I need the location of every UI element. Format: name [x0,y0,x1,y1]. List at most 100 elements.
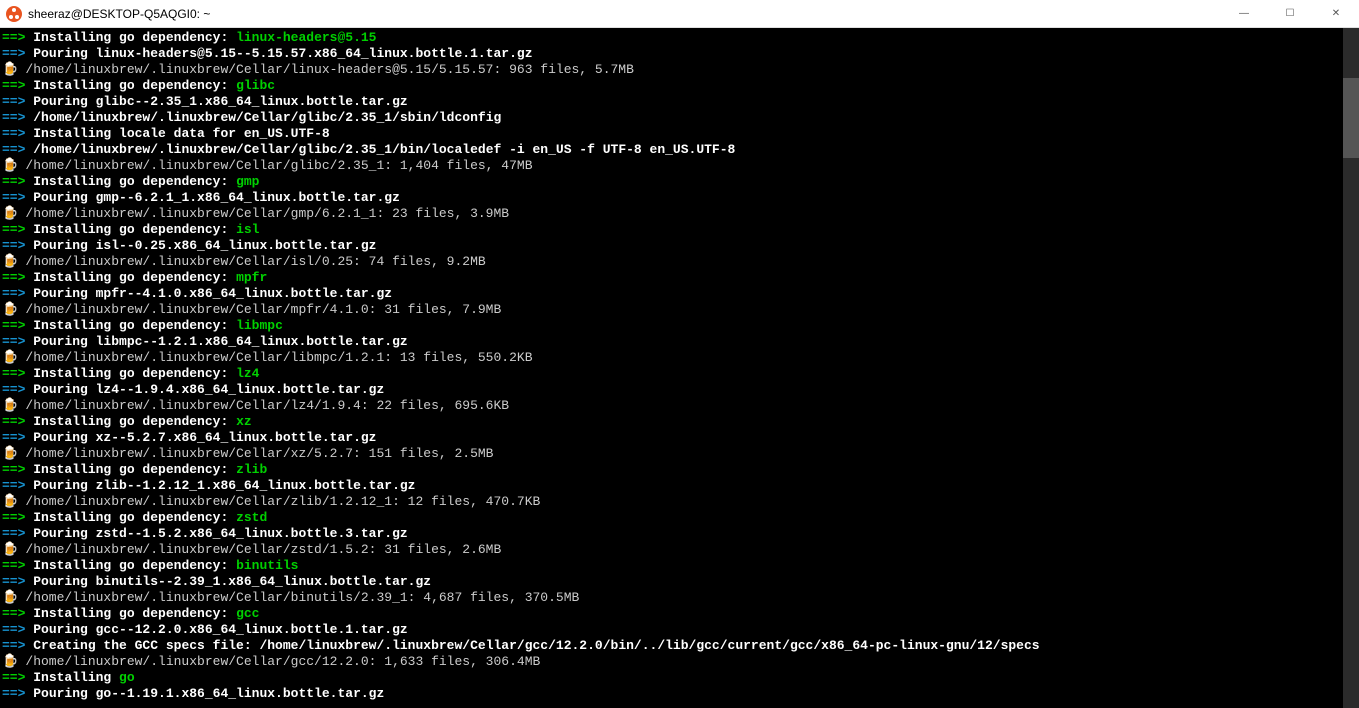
terminal-line: 🍺 /home/linuxbrew/.linuxbrew/Cellar/lz4/… [2,398,1359,414]
terminal-line: ==> /home/linuxbrew/.linuxbrew/Cellar/gl… [2,110,1359,126]
terminal-line: 🍺 /home/linuxbrew/.linuxbrew/Cellar/libm… [2,350,1359,366]
install-prefix: Installing go dependency: [33,270,236,285]
install-prefix: Installing go dependency: [33,606,236,621]
step-text: Pouring libmpc--1.2.1.x86_64_linux.bottl… [33,334,407,349]
terminal-line: 🍺 /home/linuxbrew/.linuxbrew/Cellar/binu… [2,590,1359,606]
terminal-line: ==> Installing go [2,670,1359,686]
beer-icon: 🍺 [2,62,10,78]
step-text: Pouring binutils--2.39_1.x86_64_linux.bo… [33,574,431,589]
terminal-line: ==> Pouring zstd--1.5.2.x86_64_linux.bot… [2,526,1359,542]
package-name: mpfr [236,270,267,285]
arrow-icon: ==> [2,510,25,525]
arrow-icon: ==> [2,94,25,109]
arrow-icon: ==> [2,414,25,429]
terminal-line: ==> Pouring isl--0.25.x86_64_linux.bottl… [2,238,1359,254]
terminal-line: ==> Installing go dependency: glibc [2,78,1359,94]
summary-text: /home/linuxbrew/.linuxbrew/Cellar/xz/5.2… [25,446,493,461]
arrow-icon: ==> [2,430,25,445]
step-text: Pouring lz4--1.9.4.x86_64_linux.bottle.t… [33,382,384,397]
summary-text: /home/linuxbrew/.linuxbrew/Cellar/glibc/… [25,158,532,173]
terminal-line: ==> Pouring gmp--6.2.1_1.x86_64_linux.bo… [2,190,1359,206]
summary-text: /home/linuxbrew/.linuxbrew/Cellar/libmpc… [25,350,532,365]
beer-icon: 🍺 [2,542,10,558]
arrow-icon: ==> [2,270,25,285]
arrow-icon: ==> [2,238,25,253]
arrow-icon: ==> [2,558,25,573]
terminal-line: ==> Pouring libmpc--1.2.1.x86_64_linux.b… [2,334,1359,350]
step-text: Pouring gmp--6.2.1_1.x86_64_linux.bottle… [33,190,400,205]
terminal-line: 🍺 /home/linuxbrew/.linuxbrew/Cellar/isl/… [2,254,1359,270]
beer-icon: 🍺 [2,158,10,174]
terminal-line: ==> Installing go dependency: lz4 [2,366,1359,382]
terminal-line: ==> Installing go dependency: isl [2,222,1359,238]
summary-text: /home/linuxbrew/.linuxbrew/Cellar/zlib/1… [25,494,540,509]
terminal-line: ==> Pouring xz--5.2.7.x86_64_linux.bottl… [2,430,1359,446]
terminal-viewport[interactable]: ==> Installing go dependency: linux-head… [0,28,1359,708]
summary-text: /home/linuxbrew/.linuxbrew/Cellar/lz4/1.… [25,398,509,413]
beer-icon: 🍺 [2,350,10,366]
arrow-icon: ==> [2,174,25,189]
install-prefix: Installing go dependency: [33,174,236,189]
terminal-line: ==> /home/linuxbrew/.linuxbrew/Cellar/gl… [2,142,1359,158]
arrow-icon: ==> [2,30,25,45]
scrollbar-track[interactable] [1343,28,1359,708]
terminal-line: ==> Installing go dependency: zstd [2,510,1359,526]
install-prefix: Installing go dependency: [33,414,236,429]
step-text: Pouring xz--5.2.7.x86_64_linux.bottle.ta… [33,430,376,445]
arrow-icon: ==> [2,574,25,589]
package-name: xz [236,414,252,429]
summary-text: /home/linuxbrew/.linuxbrew/Cellar/gcc/12… [25,654,540,669]
beer-icon: 🍺 [2,590,10,606]
window-titlebar: sheeraz@DESKTOP-Q5AQGI0: ~ ― ☐ ✕ [0,0,1359,28]
arrow-icon: ==> [2,78,25,93]
arrow-icon: ==> [2,366,25,381]
arrow-icon: ==> [2,526,25,541]
step-text: Pouring zlib--1.2.12_1.x86_64_linux.bott… [33,478,415,493]
step-text: Pouring linux-headers@5.15--5.15.57.x86_… [33,46,532,61]
arrow-icon: ==> [2,670,25,685]
package-name: gcc [236,606,259,621]
arrow-icon: ==> [2,190,25,205]
summary-text: /home/linuxbrew/.linuxbrew/Cellar/isl/0.… [25,254,485,269]
summary-text: /home/linuxbrew/.linuxbrew/Cellar/mpfr/4… [25,302,501,317]
terminal-line: 🍺 /home/linuxbrew/.linuxbrew/Cellar/gmp/… [2,206,1359,222]
install-prefix: Installing go dependency: [33,366,236,381]
package-name: zstd [236,510,267,525]
beer-icon: 🍺 [2,254,10,270]
summary-text: /home/linuxbrew/.linuxbrew/Cellar/linux-… [25,62,634,77]
terminal-line: ==> Installing go dependency: zlib [2,462,1359,478]
maximize-button[interactable]: ☐ [1267,0,1313,27]
window-controls: ― ☐ ✕ [1221,0,1359,27]
install-prefix: Installing go dependency: [33,222,236,237]
arrow-icon: ==> [2,622,25,637]
arrow-icon: ==> [2,462,25,477]
terminal-line: 🍺 /home/linuxbrew/.linuxbrew/Cellar/zstd… [2,542,1359,558]
arrow-icon: ==> [2,142,25,157]
install-prefix: Installing go dependency: [33,318,236,333]
terminal-line: ==> Installing go dependency: mpfr [2,270,1359,286]
package-name: lz4 [236,366,259,381]
terminal-line: 🍺 /home/linuxbrew/.linuxbrew/Cellar/linu… [2,62,1359,78]
arrow-icon: ==> [2,382,25,397]
summary-text: /home/linuxbrew/.linuxbrew/Cellar/binuti… [25,590,579,605]
step-text: Pouring glibc--2.35_1.x86_64_linux.bottl… [33,94,407,109]
ubuntu-icon [6,6,22,22]
package-name: glibc [236,78,275,93]
terminal-line: ==> Creating the GCC specs file: /home/l… [2,638,1359,654]
terminal-line: 🍺 /home/linuxbrew/.linuxbrew/Cellar/zlib… [2,494,1359,510]
scrollbar-thumb[interactable] [1343,78,1359,158]
terminal-line: ==> Pouring gcc--12.2.0.x86_64_linux.bot… [2,622,1359,638]
step-text: Pouring zstd--1.5.2.x86_64_linux.bottle.… [33,526,407,541]
step-text: /home/linuxbrew/.linuxbrew/Cellar/glibc/… [33,110,501,125]
close-button[interactable]: ✕ [1313,0,1359,27]
install-prefix: Installing go dependency: [33,558,236,573]
minimize-button[interactable]: ― [1221,0,1267,27]
terminal-line: ==> Installing go dependency: binutils [2,558,1359,574]
package-name: gmp [236,174,259,189]
terminal-line: ==> Installing go dependency: gcc [2,606,1359,622]
package-name: go [119,670,135,685]
terminal-line: ==> Installing go dependency: linux-head… [2,30,1359,46]
install-prefix: Installing go dependency: [33,462,236,477]
package-name: libmpc [236,318,283,333]
install-prefix: Installing go dependency: [33,510,236,525]
